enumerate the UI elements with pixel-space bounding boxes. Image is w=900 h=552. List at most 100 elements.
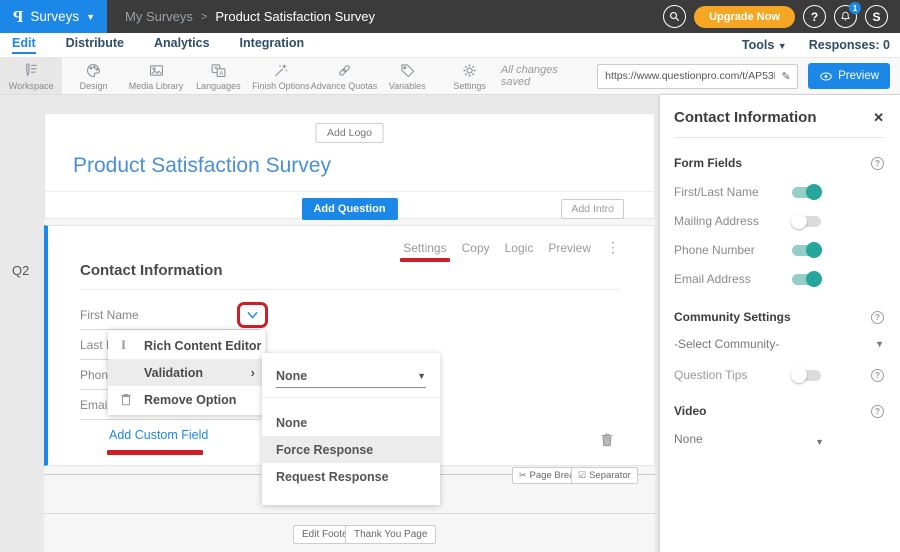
field-first-name[interactable]: First Name	[80, 305, 260, 330]
add-logo-button[interactable]: Add Logo	[315, 123, 384, 143]
help-icon[interactable]: ?	[871, 157, 884, 170]
help-icon[interactable]: ?	[871, 369, 884, 382]
validation-option-none[interactable]: None	[262, 409, 440, 436]
menu-item-validation[interactable]: Validation ›	[108, 359, 265, 386]
help-icon[interactable]: ?	[871, 311, 884, 324]
question-settings-panel: Contact Information ✕ Form Fields ? Firs…	[660, 95, 900, 552]
tab-distribute[interactable]: Distribute	[66, 36, 124, 54]
question-action-copy[interactable]: Copy	[462, 241, 490, 255]
toolbar-media-library[interactable]: Media Library	[125, 58, 187, 94]
validation-option-request-response[interactable]: Request Response	[262, 463, 440, 490]
toolbar-advance-quotas[interactable]: Advance Quotas	[312, 58, 376, 94]
toolbar-variables[interactable]: Variables	[376, 58, 438, 94]
breadcrumb-current-survey: Product Satisfaction Survey	[215, 9, 375, 24]
close-icon[interactable]: ✕	[873, 110, 884, 126]
responses-count[interactable]: Responses: 0	[809, 38, 890, 52]
toolbar-settings[interactable]: Settings	[438, 58, 500, 94]
question-actions: Settings Copy Logic Preview ⋮	[403, 239, 620, 256]
workspace-icon	[23, 62, 40, 79]
help-button[interactable]: ?	[803, 5, 826, 28]
question-action-settings[interactable]: Settings	[403, 241, 446, 255]
toolbar-design[interactable]: Design	[62, 58, 124, 94]
menu-item-rich-content-editor[interactable]: I Rich Content Editor	[108, 332, 265, 359]
question-action-logic[interactable]: Logic	[505, 241, 534, 255]
tab-edit[interactable]: Edit	[12, 36, 36, 54]
trash-icon	[600, 432, 614, 447]
toggle-first-last-name[interactable]	[792, 187, 821, 198]
toolbar-languages[interactable]: A Languages	[187, 58, 249, 94]
svg-text:A: A	[219, 70, 223, 76]
thank-you-page-button[interactable]: Thank You Page	[345, 525, 436, 544]
add-question-button[interactable]: Add Question	[301, 198, 397, 220]
eye-icon	[819, 71, 833, 82]
nav-tabs: Edit Distribute Analytics Integration	[12, 36, 304, 54]
separator-button[interactable]: ☑ Separator	[571, 467, 638, 484]
toggle-phone-number[interactable]	[792, 245, 821, 256]
search-button[interactable]	[663, 5, 686, 28]
notification-badge: 1	[849, 2, 861, 14]
community-select[interactable]: -Select Community- ▼	[674, 337, 884, 351]
edit-url-pencil-icon[interactable]: ✎	[775, 65, 797, 88]
video-section-header: Video ?	[674, 404, 884, 418]
add-custom-field-link[interactable]: Add Custom Field	[109, 428, 208, 442]
topbar-actions: Upgrade Now ? 1 S	[663, 5, 900, 28]
chevron-down-icon: ▼	[778, 41, 787, 51]
chevron-down-icon: ▼	[875, 339, 884, 349]
toggle-email-address[interactable]	[792, 274, 821, 285]
questionpro-logo-icon: P	[13, 7, 23, 27]
toolbar-right: All changes saved https://www.questionpr…	[501, 58, 900, 94]
palette-icon	[85, 62, 102, 79]
toggle-row-phone-number: Phone Number	[674, 243, 884, 257]
tools-menu[interactable]: Tools ▼	[742, 38, 787, 52]
breadcrumb-my-surveys[interactable]: My Surveys	[125, 9, 193, 24]
tab-analytics[interactable]: Analytics	[154, 36, 210, 54]
field-options-chevron-button[interactable]	[237, 302, 268, 328]
tag-icon	[399, 62, 416, 79]
top-bar: P Surveys ▼ My Surveys > Product Satisfa…	[0, 0, 900, 33]
toggle-row-first-last-name: First/Last Name	[674, 185, 884, 199]
magic-wand-icon	[272, 62, 289, 79]
preview-button[interactable]: Preview	[808, 63, 890, 89]
menu-item-remove-option[interactable]: Remove Option	[108, 386, 265, 413]
checkbox-icon: ☑	[578, 470, 586, 481]
account-avatar[interactable]: S	[865, 5, 888, 28]
question-title[interactable]: Contact Information	[80, 262, 223, 279]
video-select[interactable]: None ▼	[674, 431, 824, 447]
validation-option-force-response[interactable]: Force Response	[262, 436, 440, 463]
question-number: Q2	[12, 263, 29, 278]
community-section-header: Community Settings ?	[674, 310, 884, 324]
chevron-down-icon	[246, 310, 259, 320]
validation-submenu: None ▼ None Force Response Request Respo…	[262, 353, 440, 505]
toggle-question-tips[interactable]	[792, 370, 821, 381]
form-fields-section-header: Form Fields ?	[674, 156, 884, 170]
divider	[80, 289, 620, 290]
product-switcher[interactable]: P Surveys ▼	[0, 0, 107, 33]
translate-icon: A	[210, 62, 227, 79]
video-heading: Video	[674, 404, 706, 418]
panel-header: Contact Information ✕	[674, 109, 884, 126]
survey-nav: Edit Distribute Analytics Integration To…	[0, 33, 900, 57]
upgrade-now-button[interactable]: Upgrade Now	[694, 6, 795, 28]
chain-link-icon	[336, 62, 353, 79]
toolbar-workspace[interactable]: Workspace	[0, 58, 62, 94]
toggle-mailing-address[interactable]	[792, 216, 821, 227]
question-action-preview[interactable]: Preview	[548, 241, 591, 255]
product-menu-label: Surveys	[30, 9, 79, 24]
more-options-icon[interactable]: ⋮	[606, 239, 620, 256]
notifications-button[interactable]: 1	[834, 5, 857, 28]
divider	[262, 397, 440, 398]
help-icon[interactable]: ?	[871, 405, 884, 418]
community-settings-heading: Community Settings	[674, 310, 791, 324]
image-icon	[148, 62, 165, 79]
toggle-row-mailing-address: Mailing Address	[674, 214, 884, 228]
add-intro-button[interactable]: Add Intro	[561, 199, 624, 219]
nav-right: Tools ▼ Responses: 0	[742, 38, 890, 52]
search-icon	[668, 10, 681, 23]
delete-question-button[interactable]	[600, 432, 614, 452]
survey-url-field[interactable]: https://www.questionpro.com/t/AP53kZgUI …	[597, 64, 798, 89]
editor-toolbar: Workspace Design Media Library A Languag…	[0, 57, 900, 95]
validation-select[interactable]: None ▼	[276, 365, 426, 388]
survey-title[interactable]: Product Satisfaction Survey	[73, 154, 331, 178]
tab-integration[interactable]: Integration	[240, 36, 305, 54]
toolbar-finish-options[interactable]: Finish Options	[250, 58, 312, 94]
